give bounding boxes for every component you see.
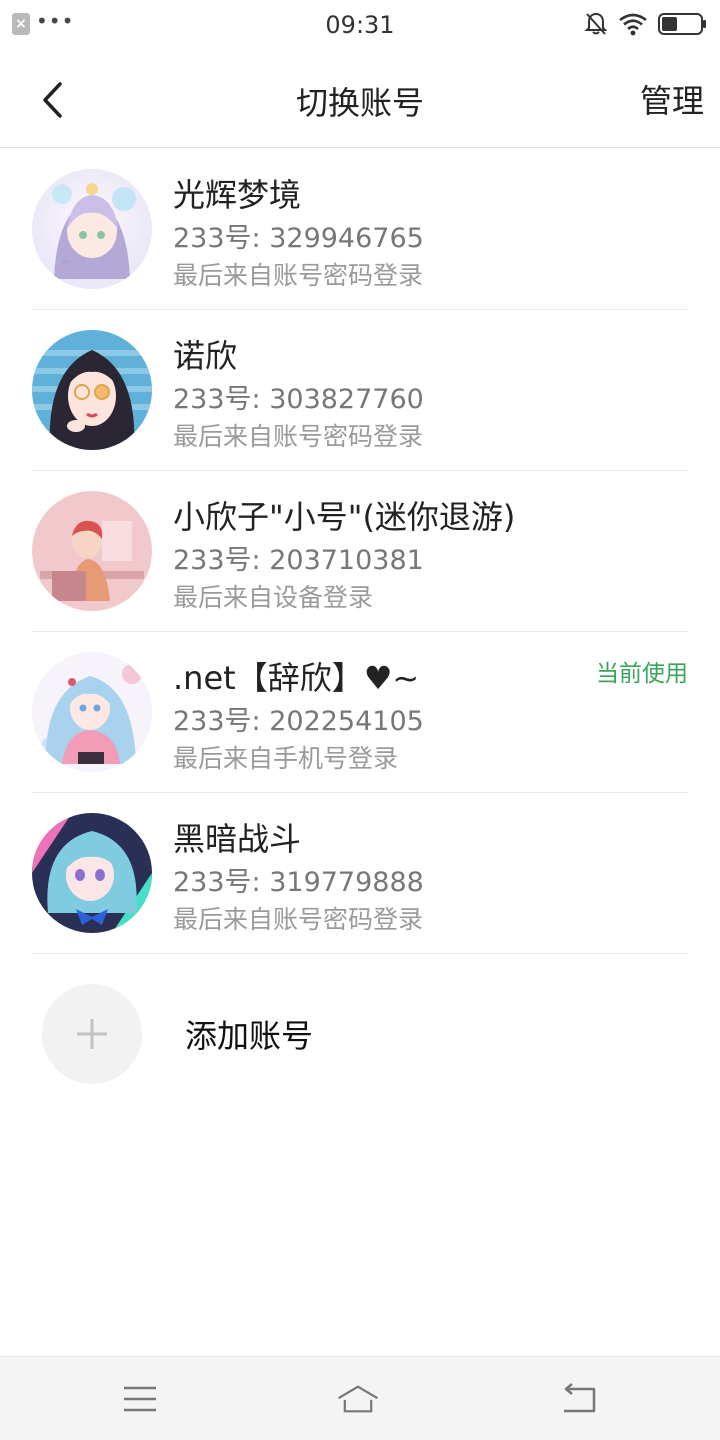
avatar — [32, 652, 152, 772]
system-back-button[interactable] — [556, 1379, 600, 1419]
account-info: 黑暗战斗 233号: 319779888 最后来自账号密码登录 — [173, 817, 688, 937]
add-account-button[interactable]: 添加账号 — [42, 984, 313, 1084]
account-id: 233号: 319779888 — [173, 867, 424, 898]
last-login-method: 最后来自设备登录 — [173, 583, 374, 612]
avatar — [32, 491, 152, 611]
last-login-method: 最后来自手机号登录 — [173, 744, 399, 773]
battery-icon — [658, 12, 708, 36]
account-name: 光辉梦境 — [173, 176, 302, 214]
account-id: 233号: 202254105 — [173, 706, 424, 737]
chevron-left-icon — [43, 82, 62, 118]
top-app-bar: 切换账号 管理 — [0, 52, 720, 148]
status-right — [584, 11, 708, 37]
home-icon — [338, 1385, 378, 1413]
account-id: 233号: 203710381 — [173, 545, 424, 576]
home-button[interactable] — [336, 1379, 380, 1419]
account-info: 光辉梦境 233号: 329946765 最后来自账号密码登录 — [173, 173, 688, 293]
account-name: 小欣子"小号"(迷你退游) — [173, 498, 516, 536]
menu-icon — [124, 1386, 156, 1412]
avatar — [32, 813, 152, 933]
wifi-icon — [618, 12, 648, 36]
current-account-badge: 当前使用 — [596, 661, 688, 687]
system-nav-bar — [0, 1356, 720, 1440]
account-id: 233号: 329946765 — [173, 223, 424, 254]
account-item[interactable]: 诺欣 233号: 303827760 最后来自账号密码登录 — [32, 310, 688, 471]
recent-apps-button[interactable] — [118, 1379, 162, 1419]
plus-icon — [77, 1019, 107, 1049]
avatar — [32, 330, 152, 450]
account-info: 诺欣 233号: 303827760 最后来自账号密码登录 — [173, 334, 688, 454]
manage-button[interactable]: 管理 — [640, 76, 704, 122]
add-account-label: 添加账号 — [185, 1017, 314, 1055]
last-login-method: 最后来自账号密码登录 — [173, 905, 424, 934]
last-login-method: 最后来自账号密码登录 — [173, 422, 424, 451]
last-login-method: 最后来自账号密码登录 — [173, 261, 424, 290]
account-list: ღ ♡ 光辉梦境 233号: 329946765 最后来自账号密码登录 诺欣 2… — [0, 149, 720, 954]
page-title: 切换账号 — [295, 84, 424, 122]
add-account-circle[interactable] — [42, 984, 142, 1084]
account-id: 233号: 303827760 — [173, 384, 424, 415]
return-icon — [564, 1383, 596, 1413]
account-name: 黑暗战斗 — [173, 820, 302, 858]
account-item[interactable]: ღ ♡ 光辉梦境 233号: 329946765 最后来自账号密码登录 — [32, 149, 688, 310]
account-info: 小欣子"小号"(迷你退游) 233号: 203710381 最后来自设备登录 — [173, 495, 688, 615]
svg-text:ღ ♡: ღ ♡ — [62, 258, 76, 266]
switch-account-screen: × ••• 09:31 切换账号 管理 ღ ♡ 光辉梦境 233号: 32994… — [0, 0, 720, 1440]
account-name: 诺欣 — [173, 337, 238, 375]
account-item[interactable]: 黑暗战斗 233号: 319779888 最后来自账号密码登录 — [32, 793, 688, 954]
back-button[interactable] — [30, 76, 74, 124]
status-bar: × ••• 09:31 — [0, 0, 720, 52]
account-item[interactable]: 小欣子"小号"(迷你退游) 233号: 203710381 最后来自设备登录 — [32, 471, 688, 632]
avatar: ღ ♡ — [32, 169, 152, 289]
bell-muted-icon — [584, 11, 608, 37]
account-item-current[interactable]: .net【辞欣】♥~ 233号: 202254105 最后来自手机号登录 当前使… — [32, 632, 688, 793]
